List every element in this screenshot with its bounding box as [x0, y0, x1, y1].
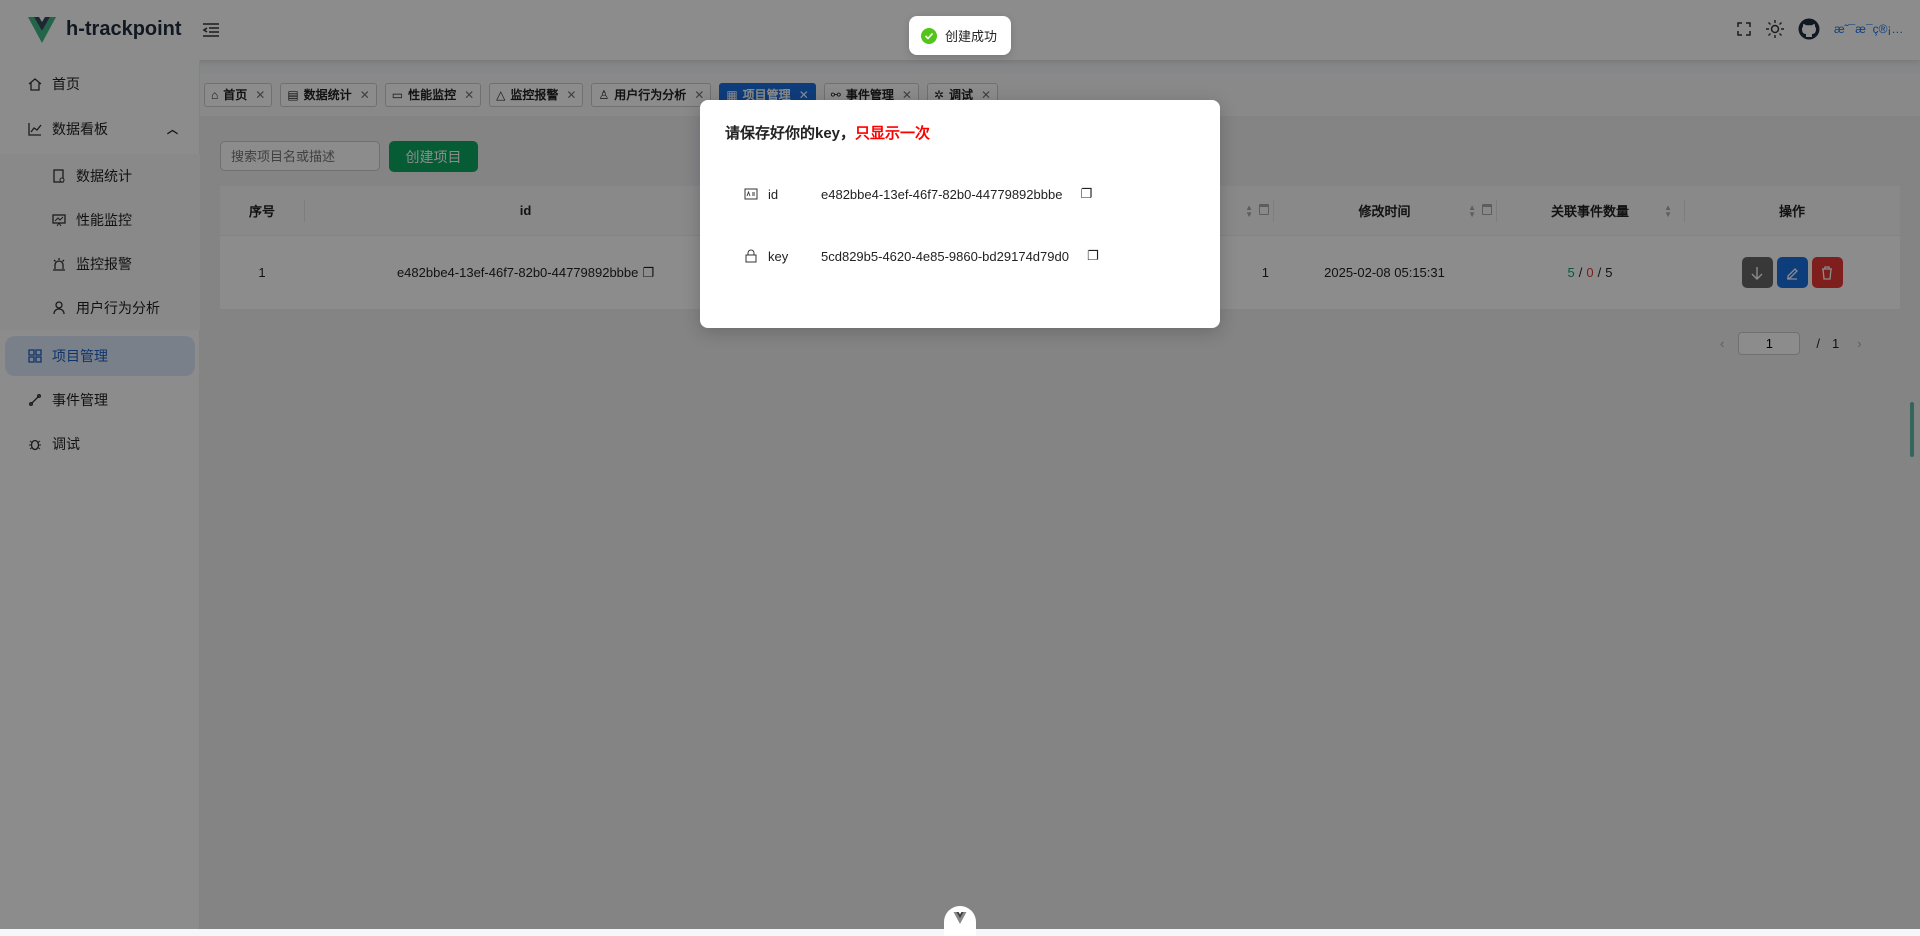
- toast-message: 创建成功: [945, 29, 998, 44]
- check-circle-icon: [921, 27, 937, 44]
- key-label: key: [768, 248, 789, 264]
- modal-title: 请保存好你的key，只显示一次: [725, 122, 930, 143]
- key-value: 5cd829b5-4620-4e85-9860-bd29174d79d0: [821, 248, 1069, 264]
- modal-title-text: 请保存好你的key，: [725, 125, 856, 142]
- copy-icon[interactable]: ❐: [1080, 186, 1092, 202]
- devtools-toggle[interactable]: [944, 906, 976, 936]
- id-label: id: [768, 186, 779, 202]
- modal-id-row: id e482bbe4-13ef-46f7-82b0-44779892bbbe …: [744, 186, 1092, 202]
- id-card-icon: [744, 188, 758, 200]
- vue-logo-icon: [953, 912, 967, 924]
- copy-icon[interactable]: ❐: [1087, 248, 1099, 264]
- lock-icon: [745, 249, 757, 263]
- id-value: e482bbe4-13ef-46f7-82b0-44779892bbbe: [821, 186, 1063, 202]
- modal-title-warning: 只显示一次: [855, 125, 931, 142]
- modal-key-row: key 5cd829b5-4620-4e85-9860-bd29174d79d0…: [744, 248, 1099, 264]
- success-toast: 创建成功: [909, 16, 1011, 55]
- key-modal: 请保存好你的key，只显示一次 id e482bbe4-13ef-46f7-82…: [700, 100, 1220, 328]
